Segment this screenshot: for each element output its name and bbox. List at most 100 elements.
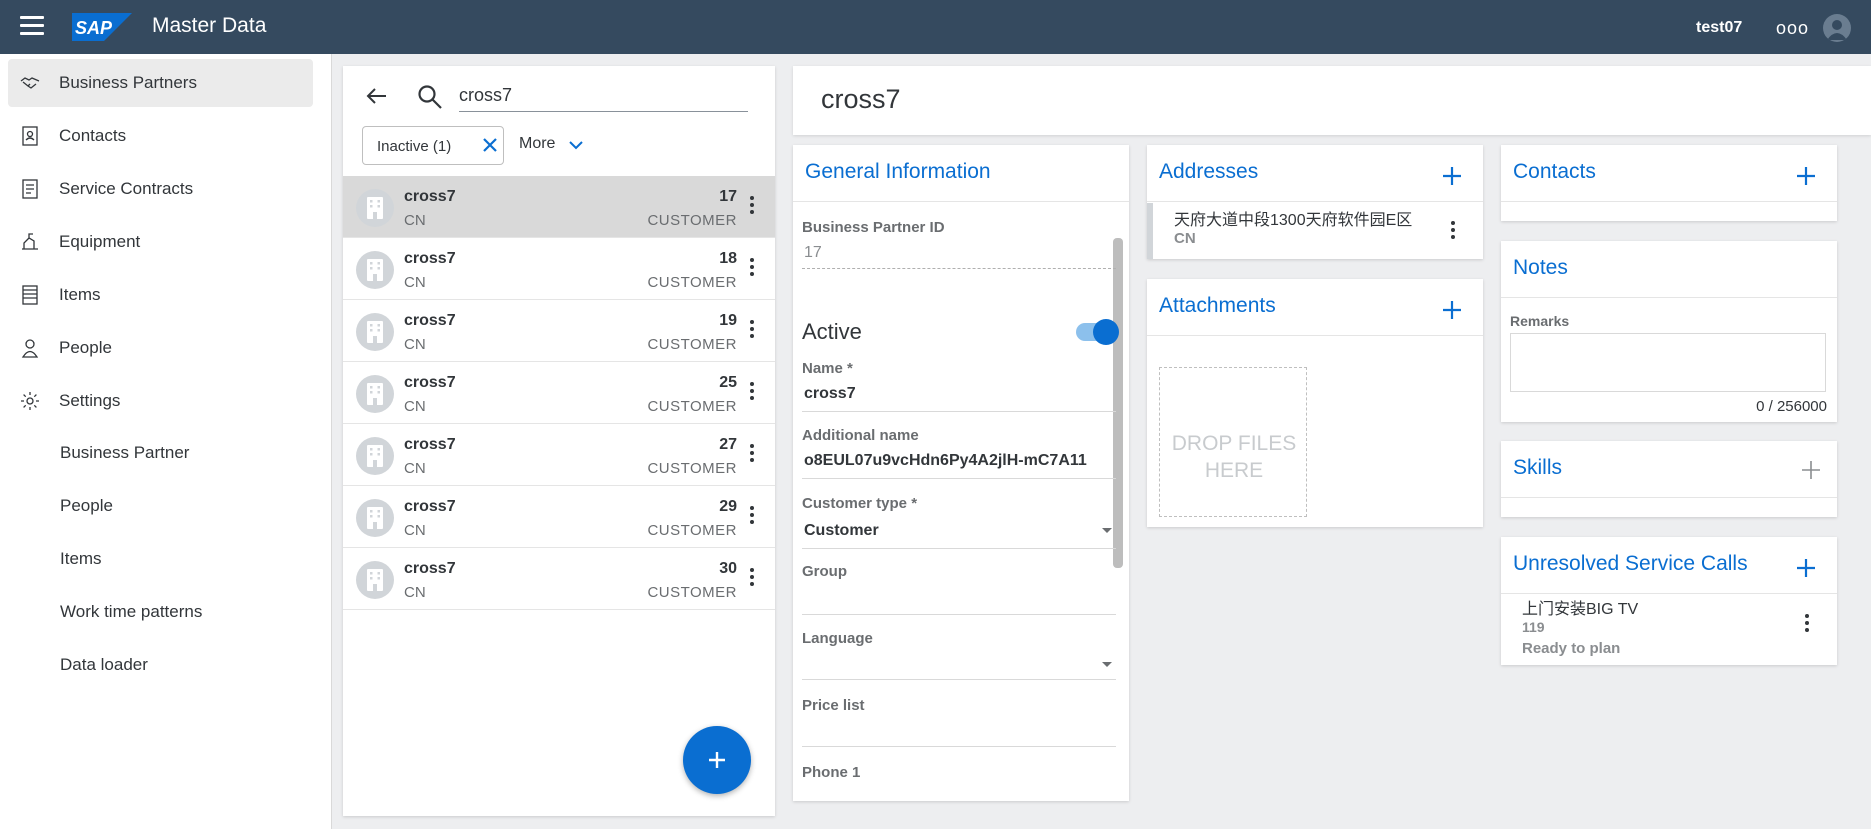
list-item-menu-icon[interactable] xyxy=(749,506,755,528)
service-call-title[interactable]: 上门安装BIG TV xyxy=(1522,595,1638,619)
list-item[interactable]: cross7 CN 25 CUSTOMER xyxy=(343,362,775,424)
menu-icon[interactable] xyxy=(20,16,44,36)
sidebar-item-label: People xyxy=(60,496,113,515)
card-title: Skills xyxy=(1513,456,1563,479)
items-list-icon xyxy=(22,285,38,305)
list-item-type: CUSTOMER xyxy=(647,336,737,353)
sidebar-item-label: Business Partner xyxy=(60,443,190,462)
search-input[interactable] xyxy=(459,80,748,112)
list-item-id: 18 xyxy=(719,250,737,267)
add-skill-icon[interactable] xyxy=(1800,459,1822,481)
chevron-down-icon[interactable] xyxy=(568,139,584,151)
additional-name-label: Additional name xyxy=(802,427,919,444)
add-business-partner-button[interactable] xyxy=(683,726,751,794)
building-icon xyxy=(356,189,394,227)
price-list-label: Price list xyxy=(802,697,865,714)
add-contact-icon[interactable] xyxy=(1795,165,1817,187)
toggle-knob xyxy=(1093,319,1119,345)
divider xyxy=(1501,593,1837,594)
filter-chip-inactive[interactable]: Inactive (1) xyxy=(362,126,504,165)
remarks-textarea[interactable] xyxy=(1510,333,1826,392)
sidebar-item-label: Items xyxy=(59,285,101,304)
sidebar-item-people[interactable]: People xyxy=(8,324,313,372)
shell-bar: SAP Master Data test07 ooo xyxy=(0,0,1871,54)
sidebar-item-items[interactable]: Items xyxy=(8,271,313,319)
list-item[interactable]: cross7 CN 30 CUSTOMER xyxy=(343,548,775,610)
sidebar-subitem-work-time-patterns[interactable]: Work time patterns xyxy=(8,589,313,637)
bp-id-value: 17 xyxy=(804,244,822,261)
service-call-status: Ready to plan xyxy=(1522,640,1621,657)
addresses-card: Addresses 天府大道中段1300天府软件园E区 CN xyxy=(1147,145,1483,259)
file-drop-zone[interactable]: DROP FILES HERE xyxy=(1159,367,1307,517)
bp-id-label: Business Partner ID xyxy=(802,219,945,236)
address-menu-icon[interactable] xyxy=(1450,221,1456,243)
sidebar-subitem-business-partner[interactable]: Business Partner xyxy=(8,430,313,478)
sap-logo[interactable]: SAP xyxy=(72,13,132,41)
sidebar-item-settings[interactable]: Settings xyxy=(8,377,313,425)
chevron-down-icon[interactable] xyxy=(1102,528,1112,533)
list-item[interactable]: cross7 CN 17 CUSTOMER xyxy=(343,176,775,238)
list-item-menu-icon[interactable] xyxy=(749,196,755,218)
sidebar-item-equipment[interactable]: Equipment xyxy=(8,218,313,266)
card-title: Attachments xyxy=(1159,294,1276,317)
list-item-menu-icon[interactable] xyxy=(749,382,755,404)
back-arrow-icon[interactable] xyxy=(365,84,389,108)
address-line[interactable]: 天府大道中段1300天府软件园E区 xyxy=(1174,206,1412,230)
list-item[interactable]: cross7 CN 29 CUSTOMER xyxy=(343,486,775,548)
language-select[interactable] xyxy=(802,647,1116,680)
list-item-menu-icon[interactable] xyxy=(749,320,755,342)
card-title: Unresolved Service Calls xyxy=(1513,552,1748,575)
list-item[interactable]: cross7 CN 27 CUSTOMER xyxy=(343,424,775,486)
list-item-country: CN xyxy=(404,460,426,477)
name-value: cross7 xyxy=(804,385,856,402)
list-item-country: CN xyxy=(404,584,426,601)
list-item[interactable]: cross7 CN 19 CUSTOMER xyxy=(343,300,775,362)
user-avatar-icon[interactable] xyxy=(1823,14,1851,42)
add-service-call-icon[interactable] xyxy=(1795,557,1817,579)
divider xyxy=(793,201,1129,202)
sidebar-item-business-partners[interactable]: Business Partners xyxy=(8,59,313,107)
additional-name-field[interactable]: o8EUL07u9vcHdn6Py4A2jlH-mC7A11 xyxy=(802,444,1116,479)
sidebar-subitem-items[interactable]: Items xyxy=(8,536,313,584)
svg-text:SAP: SAP xyxy=(75,18,113,38)
sidebar-subitem-data-loader[interactable]: Data loader xyxy=(8,642,313,690)
customer-type-select[interactable]: Customer xyxy=(802,512,1116,549)
list-item-menu-icon[interactable] xyxy=(749,258,755,280)
language-label: Language xyxy=(802,630,873,647)
list-item-country: CN xyxy=(404,398,426,415)
active-toggle[interactable] xyxy=(1076,319,1119,345)
list-item-menu-icon[interactable] xyxy=(749,444,755,466)
sidebar-item-label: Business Partners xyxy=(59,73,197,92)
list-item-type: CUSTOMER xyxy=(647,212,737,229)
more-options-icon[interactable]: ooo xyxy=(1776,18,1809,39)
handshake-icon xyxy=(20,77,40,89)
close-icon[interactable] xyxy=(481,136,499,154)
add-address-icon[interactable] xyxy=(1441,165,1463,187)
unresolved-service-calls-card: Unresolved Service Calls 上门安装BIG TV 119 … xyxy=(1501,537,1837,665)
sidebar-item-contacts[interactable]: Contacts xyxy=(8,112,313,160)
sidebar-subitem-people[interactable]: People xyxy=(8,483,313,531)
group-field[interactable] xyxy=(802,580,1116,615)
sidebar-item-label: People xyxy=(59,338,112,357)
list-item-name: cross7 xyxy=(404,188,456,205)
sidebar-item-label: Settings xyxy=(59,391,121,410)
bp-id-field: 17 xyxy=(802,237,1116,269)
plus-icon xyxy=(709,752,725,768)
sidebar-item-label: Data loader xyxy=(60,655,148,674)
list-item-id: 27 xyxy=(719,436,737,453)
name-field[interactable]: cross7 xyxy=(802,377,1116,412)
list-item-country: CN xyxy=(404,274,426,291)
chevron-down-icon[interactable] xyxy=(1102,662,1112,667)
sidebar-item-label: Items xyxy=(60,549,102,568)
card-title: Addresses xyxy=(1159,160,1259,183)
sidebar-item-service-contracts[interactable]: Service Contracts xyxy=(8,165,313,213)
price-list-field[interactable] xyxy=(802,714,1116,747)
sidebar-item-label: Contacts xyxy=(59,126,127,145)
divider xyxy=(1501,201,1837,202)
more-filters-button[interactable]: More xyxy=(519,135,555,153)
service-call-menu-icon[interactable] xyxy=(1804,614,1810,636)
list-item[interactable]: cross7 CN 18 CUSTOMER xyxy=(343,238,775,300)
user-name[interactable]: test07 xyxy=(1696,19,1742,37)
add-attachment-icon[interactable] xyxy=(1441,299,1463,321)
list-item-menu-icon[interactable] xyxy=(749,568,755,590)
